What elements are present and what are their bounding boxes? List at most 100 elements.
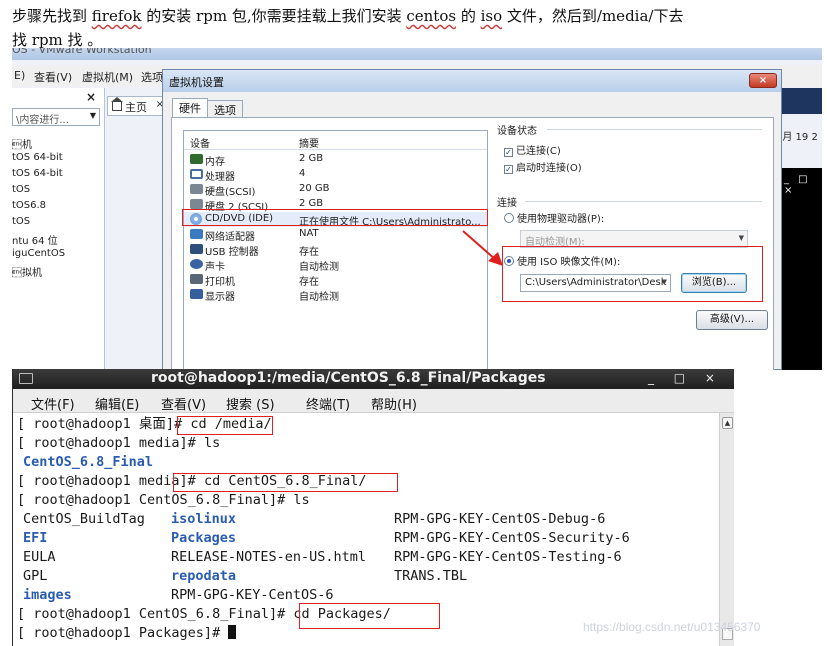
- ls-entry: TRANS.TBL: [394, 568, 468, 584]
- home-icon: [111, 97, 123, 111]
- ls-entry: isolinux: [171, 511, 237, 527]
- menu-search[interactable]: 搜索 (S): [226, 394, 275, 413]
- device-list-header: 设备 摘要: [184, 131, 487, 150]
- terminal-icon: [19, 373, 33, 384]
- harddisk-icon: [190, 184, 203, 194]
- device-row-sound[interactable]: 声卡 自动检测: [184, 257, 487, 273]
- library-item[interactable]: tOS 64-bit: [12, 168, 63, 179]
- device-row-cpu[interactable]: 处理器 4: [184, 167, 487, 183]
- terminal-menubar: 文件(F) 编辑(E) 查看(V) 搜索 (S) 终端(T) 帮助(H): [13, 389, 734, 413]
- connect-at-power-on-checkbox[interactable]: ✓ 启动时连接(O): [504, 159, 582, 174]
- device-row-harddisk-2[interactable]: 硬盘 2 (SCSI) 2 GB: [184, 197, 487, 213]
- tab-home[interactable]: 主页 ×: [107, 96, 167, 116]
- physical-drive-radio[interactable]: 使用物理驱动器(P):: [504, 210, 604, 225]
- menu-edit[interactable]: E): [14, 69, 25, 82]
- library-item[interactable]: tOS: [12, 216, 30, 227]
- iso-path-combobox[interactable]: C:\Users\Administrator\Desk ▼: [520, 274, 671, 292]
- checkbox-checked-icon: ✓: [504, 165, 513, 174]
- library-item[interactable]: 拟机: [12, 264, 42, 279]
- tab-options[interactable]: 选项: [207, 100, 243, 117]
- menu-help[interactable]: 帮助(H): [371, 394, 417, 413]
- terminal-line: [ root@hadoop1 CentOS_6.8_Final]# ls: [17, 492, 310, 508]
- menu-file[interactable]: 文件(F): [31, 394, 75, 413]
- browse-button[interactable]: 浏览(B)...: [681, 273, 747, 293]
- terminal-title: root@hadoop1:/media/CentOS_6.8_Final/Pac…: [151, 370, 546, 386]
- ls-entry: RELEASE-NOTES-en-US.html: [171, 549, 367, 565]
- ls-entry: GPL: [23, 568, 48, 584]
- terminal-output[interactable]: [ root@hadoop1 桌面]# cd /media/ [ root@ha…: [13, 413, 719, 646]
- tab-hardware[interactable]: 硬件: [172, 98, 208, 118]
- dialog-titlebar: 虚拟机设置 ×: [163, 70, 781, 92]
- vmware-titlebar: OS - VMware Workstation: [12, 48, 822, 60]
- iso-image-radio[interactable]: 使用 ISO 映像文件(M):: [504, 253, 620, 268]
- window-controls[interactable]: _ □ ×: [784, 174, 822, 196]
- device-status-label: 设备状态: [497, 126, 537, 137]
- device-row-memory[interactable]: 内存 2 GB: [184, 152, 487, 168]
- ls-entry: RPM-GPG-KEY-CentOS-Testing-6: [394, 549, 622, 565]
- terminal-line: [ root@hadoop1 桌面]# cd /media/: [17, 416, 272, 432]
- library-search-input[interactable]: \内容进行... ▼: [12, 108, 100, 126]
- instruction-line-1: 步骤先找到 firefok 的安装 rpm 包,你需要挂载上我们安装 cento…: [12, 7, 684, 25]
- device-row-network[interactable]: 网络适配器 NAT: [184, 227, 487, 243]
- vm-console-date: 3月 19 2: [776, 132, 818, 143]
- chevron-down-icon: ▼: [661, 278, 667, 286]
- dialog-close-button[interactable]: ×: [749, 73, 777, 88]
- watermark: https://blog.csdn.net/u013456370: [583, 620, 761, 634]
- menu-view[interactable]: 查看(V): [161, 394, 206, 413]
- menu-view[interactable]: 查看(V): [34, 69, 72, 85]
- connection-divider: [525, 201, 762, 202]
- terminal-dir-entry: CentOS_6.8_Final: [23, 454, 154, 470]
- connected-checkbox[interactable]: ✓ 已连接(C): [504, 142, 561, 157]
- library-item[interactable]: 机: [12, 136, 32, 151]
- device-row-usb[interactable]: USB 控制器 存在: [184, 242, 487, 258]
- library-item[interactable]: tOS 64-bit: [12, 152, 63, 163]
- ls-entry: RPM-GPG-KEY-CentOS-Debug-6: [394, 511, 606, 527]
- library-item[interactable]: ntu 64 位: [12, 232, 58, 247]
- chevron-down-icon: ▼: [738, 234, 744, 242]
- window-controls[interactable]: _ □ ×: [648, 371, 723, 385]
- device-list: 设备 摘要 内存 2 GB 处理器 4 硬盘(SCSI) 20 GB 硬盘 2 …: [183, 130, 488, 370]
- advanced-button[interactable]: 高级(V)...: [696, 310, 768, 330]
- checkbox-checked-icon: ✓: [504, 148, 513, 157]
- vm-console-desktop[interactable]: _ □ ×: [776, 168, 822, 370]
- ls-entry: images: [23, 587, 72, 603]
- ls-entry: EULA: [23, 549, 56, 565]
- terminal-titlebar: root@hadoop1:/media/CentOS_6.8_Final/Pac…: [13, 369, 734, 389]
- device-row-printer[interactable]: 打印机 存在: [184, 272, 487, 288]
- device-row-harddisk[interactable]: 硬盘(SCSI) 20 GB: [184, 182, 487, 198]
- terminal-line: [ root@hadoop1 Packages]#: [17, 624, 237, 643]
- terminal-line: [ root@hadoop1 media]# cd CentOS_6.8_Fin…: [17, 473, 367, 489]
- menu-options[interactable]: 选项: [141, 69, 163, 85]
- memory-icon: [190, 154, 203, 164]
- library-item[interactable]: iguCentOS: [12, 248, 65, 259]
- ls-entry: EFI: [23, 530, 48, 546]
- library-item[interactable]: tOS: [12, 184, 30, 195]
- network-icon: [190, 229, 203, 239]
- menu-edit[interactable]: 编辑(E): [95, 394, 139, 413]
- vm-settings-dialog: 虚拟机设置 × 硬件 选项 设备 摘要 内存 2 GB 处理器 4 硬盘(SCS…: [162, 69, 782, 370]
- device-row-display[interactable]: 显示器 自动检测: [184, 287, 487, 303]
- terminal-window: root@hadoop1:/media/CentOS_6.8_Final/Pac…: [12, 369, 734, 646]
- ls-entry: RPM-GPG-KEY-CentOS-6: [171, 587, 334, 603]
- cdrom-icon: [190, 213, 202, 225]
- library-item[interactable]: tOS6.8: [12, 200, 46, 211]
- chevron-down-icon[interactable]: ▼: [90, 111, 96, 120]
- column-device[interactable]: 设备: [190, 135, 210, 150]
- radio-off-icon: [504, 213, 514, 223]
- auto-detect-select[interactable]: 自动检测(M): ▼: [520, 230, 748, 248]
- terminal-scrollbar[interactable]: ▲: [719, 413, 734, 646]
- vmware-window: OS - VMware Workstation E) 查看(V) 虚拟机(M) …: [12, 48, 822, 370]
- column-summary[interactable]: 摘要: [299, 135, 319, 150]
- cpu-icon: [190, 169, 203, 179]
- harddisk-icon: [190, 199, 203, 209]
- display-icon: [190, 289, 203, 299]
- terminal-line: [ root@hadoop1 media]# ls: [17, 435, 221, 451]
- terminal-line: [ root@hadoop1 CentOS_6.8_Final]# cd Pac…: [17, 606, 391, 622]
- device-row-cdrom[interactable]: CD/DVD (IDE) 正在使用文件 C:\Users\Administrat…: [184, 212, 487, 228]
- scroll-up-icon[interactable]: ▲: [722, 417, 733, 429]
- library-panel: × \内容进行... ▼ 机 tOS 64-bit tOS 64-bit tO…: [12, 88, 105, 370]
- menu-vm[interactable]: 虚拟机(M): [82, 69, 133, 85]
- menu-terminal[interactable]: 终端(T): [306, 394, 350, 413]
- ls-entry: Packages: [171, 530, 237, 546]
- library-close-icon[interactable]: ×: [86, 90, 96, 104]
